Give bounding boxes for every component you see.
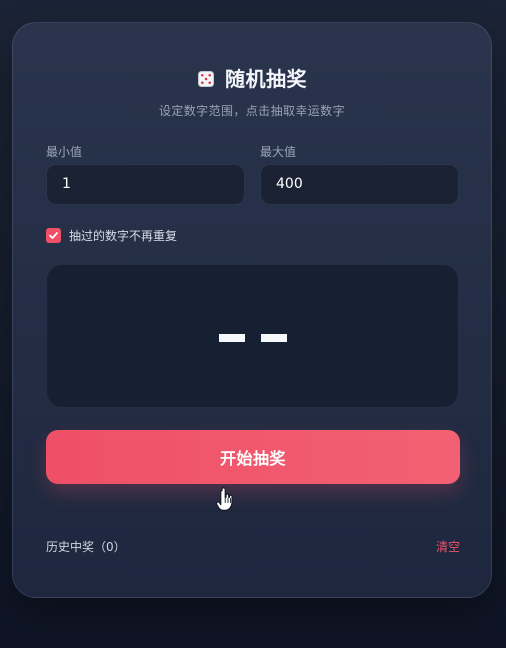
pointer-hand-icon	[216, 487, 233, 511]
min-value-input[interactable]: 1	[46, 164, 245, 205]
result-dash-right	[260, 334, 287, 342]
page-subtitle: 设定数字范围，点击抽取幸运数字	[158, 104, 345, 118]
clear-history-button[interactable]: 清空	[436, 538, 460, 555]
start-draw-label: 开始抽奖	[219, 449, 286, 468]
result-value	[218, 334, 287, 342]
history-label: 历史中奖（0）	[46, 540, 126, 554]
header: 随机抽奖 设定数字范围，点击抽取幸运数字	[13, 63, 491, 119]
no-repeat-option[interactable]: 抽过的数字不再重复	[46, 227, 177, 244]
page-title-row: 随机抽奖	[197, 63, 307, 92]
page-title: 随机抽奖	[225, 67, 307, 91]
max-value-label: 最大值	[260, 145, 297, 159]
no-repeat-checkbox[interactable]	[46, 228, 61, 243]
checkmark-icon	[49, 232, 58, 239]
result-display	[46, 264, 459, 408]
result-dash-left	[218, 334, 245, 342]
no-repeat-label: 抽过的数字不再重复	[69, 229, 178, 243]
lottery-card: 随机抽奖 设定数字范围，点击抽取幸运数字 最小值 最大值 1 400 抽过的数字…	[12, 22, 492, 598]
dice-icon	[197, 69, 215, 87]
start-draw-button[interactable]: 开始抽奖	[46, 430, 460, 484]
min-value-label: 最小值	[46, 145, 83, 159]
max-value-input[interactable]: 400	[260, 164, 459, 205]
